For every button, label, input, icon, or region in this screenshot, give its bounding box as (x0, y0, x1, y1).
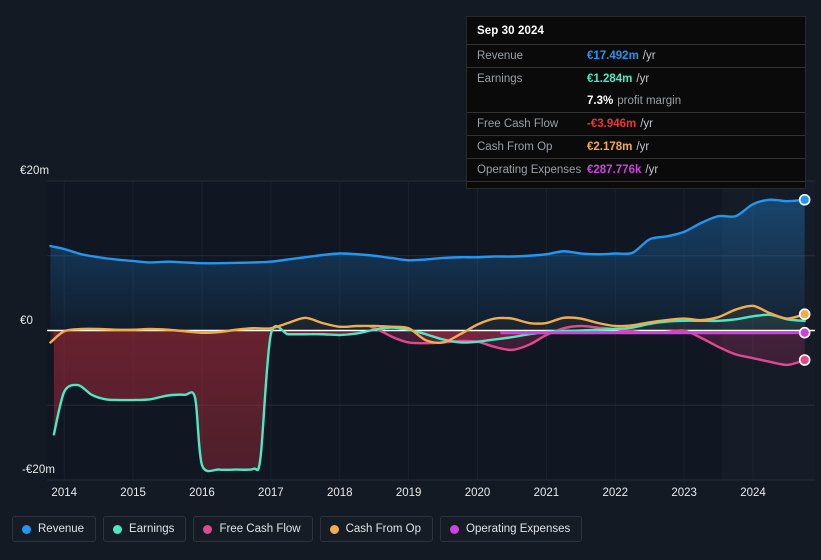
tooltip-row-value: €287.776k (587, 164, 642, 176)
legend-color-dot-icon (450, 524, 460, 534)
tooltip-rows: Revenue €17.492m/yr Earnings €1.284m/yr 7.3%… (467, 44, 805, 181)
tooltip-row-suffix: /yr (645, 164, 659, 176)
tooltip-row-value: €1.284m (587, 73, 633, 85)
data-tooltip: Sep 30 2024 Revenue €17.492m/yr Earnings €1… (466, 16, 806, 189)
x-tick-label: 2018 (326, 487, 353, 499)
tooltip-row-suffix: /yr (636, 141, 650, 153)
tooltip-row-suffix: /yr (642, 50, 656, 62)
tooltip-row: Free Cash Flow -€3.946m/yr (467, 112, 805, 135)
tooltip-row-value: 7.3% (587, 95, 614, 107)
x-tick-label: 2024 (740, 487, 766, 499)
tooltip-date: Sep 30 2024 (477, 25, 544, 37)
legend-color-dot-icon (22, 524, 31, 534)
legend-color-dot-icon (113, 524, 123, 534)
x-tick-label: 2017 (258, 487, 284, 499)
tooltip-row-label: Earnings (477, 73, 523, 85)
tooltip-row-label: Cash From Op (477, 141, 553, 153)
tooltip-row-value: €2.178m (587, 141, 633, 153)
tooltip-row: 7.3% profit margin (467, 90, 805, 112)
tooltip-row: Operating Expenses €287.776k/yr (467, 158, 805, 181)
legend-color-dot-icon (329, 524, 339, 534)
legend-item-operating-expenses[interactable]: Operating Expenses (440, 516, 583, 542)
x-tick-label: 2019 (395, 487, 422, 499)
tooltip-row-suffix: /yr (640, 118, 654, 130)
legend-item-label: Free Cash Flow (219, 523, 301, 535)
x-tick-label: 2022 (602, 487, 629, 499)
y-tick-label: €0 (20, 314, 33, 327)
tooltip-footer-divider (467, 181, 805, 188)
financial-performance-chart: €20m €0 -€20m 2014 2015 2016 2017 2018 2019 2020… (0, 0, 821, 560)
legend-color-dot-icon (203, 524, 213, 534)
x-tick-label: 2016 (189, 487, 215, 499)
x-tick-label: 2021 (533, 487, 560, 499)
tooltip-row-suffix: /yr (636, 73, 650, 85)
tooltip-row-value: -€3.946m (587, 118, 637, 130)
x-tick-label: 2014 (51, 487, 78, 499)
tooltip-row-suffix: profit margin (617, 95, 682, 107)
legend-item-revenue[interactable]: Revenue (12, 516, 97, 542)
legend-item-label: Cash From Op (345, 523, 422, 535)
tooltip-row-value: €17.492m (587, 50, 639, 62)
x-tick-label: 2015 (120, 487, 146, 499)
y-tick-label: €20m (20, 165, 50, 177)
tooltip-row-label: Revenue (477, 50, 524, 62)
legend-item-label: Revenue (38, 523, 85, 535)
y-tick-label: -€20m (22, 464, 56, 476)
tooltip-row: Earnings €1.284m/yr (467, 67, 805, 90)
tooltip-row: Revenue €17.492m/yr (467, 44, 805, 67)
legend-item-cash-from-op[interactable]: Cash From Op (319, 516, 434, 542)
tooltip-row: Cash From Op €2.178m/yr (467, 135, 805, 158)
chart-legend[interactable]: Revenue Earnings Free Cash Flow Cash From O… (12, 516, 583, 542)
x-tick-label: 2023 (671, 487, 697, 499)
tooltip-row-label: Free Cash Flow (477, 118, 559, 130)
x-tick-label: 2020 (464, 487, 491, 499)
legend-item-earnings[interactable]: Earnings (103, 516, 187, 542)
legend-item-free-cash-flow[interactable]: Free Cash Flow (193, 516, 313, 542)
legend-item-label: Operating Expenses (466, 523, 571, 535)
legend-item-label: Earnings (129, 523, 175, 535)
tooltip-row-label: Operating Expenses (477, 164, 582, 176)
